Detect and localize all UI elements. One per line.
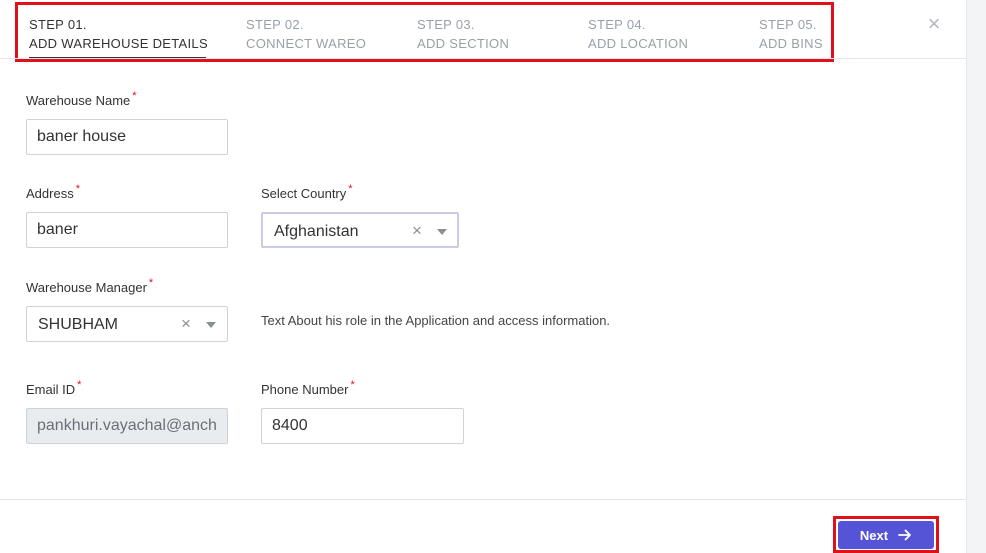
phone-input[interactable] [261, 408, 464, 444]
warehouse-name-label-text: Warehouse Name [26, 93, 131, 108]
address-label: Address * [26, 183, 80, 201]
manager-label: Warehouse Manager * [26, 277, 154, 295]
step-3[interactable]: STEP 03. ADD SECTION [417, 15, 509, 53]
step-5-label: ADD BINS [759, 36, 823, 51]
chevron-down-icon[interactable] [206, 322, 216, 328]
step-5-number: STEP 05. [759, 17, 817, 32]
step-1[interactable]: STEP 01. ADD WAREHOUSE DETAILS [29, 15, 208, 53]
step-1-number: STEP 01. [29, 17, 87, 32]
required-marker: * [148, 277, 154, 289]
close-icon[interactable]: × [922, 12, 946, 36]
manager-label-text: Warehouse Manager [26, 280, 147, 295]
step-2-number: STEP 02. [246, 17, 304, 32]
next-button-label: Next [859, 527, 889, 543]
manager-help-text: Text About his role in the Application a… [261, 313, 611, 328]
step-4-label: ADD LOCATION [588, 36, 689, 51]
required-marker: * [350, 379, 355, 391]
step-3-label: ADD SECTION [417, 36, 510, 51]
next-button[interactable]: Next [838, 521, 934, 549]
country-label: Select Country * [261, 183, 353, 201]
manager-select-value: SHUBHAM [38, 316, 119, 333]
email-input [26, 408, 228, 444]
country-select-value: Afghanistan [274, 223, 359, 240]
clear-icon[interactable]: × [412, 221, 422, 241]
warehouse-name-input[interactable] [26, 119, 228, 155]
email-label-text: Email ID [26, 382, 76, 397]
manager-select[interactable]: SHUBHAM × [26, 306, 228, 342]
address-label-text: Address [26, 186, 74, 201]
clear-icon[interactable]: × [181, 314, 191, 334]
country-label-text: Select Country [261, 186, 347, 201]
step-2-label: CONNECT WAREO [246, 36, 367, 51]
divider [0, 58, 966, 59]
required-marker: * [132, 90, 137, 102]
required-marker: * [348, 183, 353, 195]
arrow-right-icon [898, 529, 912, 541]
chevron-down-icon[interactable] [437, 229, 447, 235]
step-4-number: STEP 04. [588, 17, 646, 32]
stepper-highlight: STEP 01. ADD WAREHOUSE DETAILS STEP 02. … [15, 2, 834, 62]
divider [0, 499, 966, 500]
country-select[interactable]: Afghanistan × [261, 212, 459, 248]
email-label: Email ID * [26, 379, 82, 397]
step-3-number: STEP 03. [417, 17, 475, 32]
scrollbar-track[interactable] [966, 0, 986, 553]
required-marker: * [77, 379, 82, 391]
step-5[interactable]: STEP 05. ADD BINS [759, 15, 823, 53]
step-1-label: ADD WAREHOUSE DETAILS [29, 36, 208, 51]
required-marker: * [75, 183, 80, 195]
warehouse-name-label: Warehouse Name * [26, 90, 137, 108]
step-2[interactable]: STEP 02. CONNECT WAREO [246, 15, 366, 53]
phone-label: Phone Number * [261, 379, 355, 397]
address-input[interactable] [26, 212, 228, 248]
step-4[interactable]: STEP 04. ADD LOCATION [588, 15, 688, 53]
phone-label-text: Phone Number [261, 382, 349, 397]
